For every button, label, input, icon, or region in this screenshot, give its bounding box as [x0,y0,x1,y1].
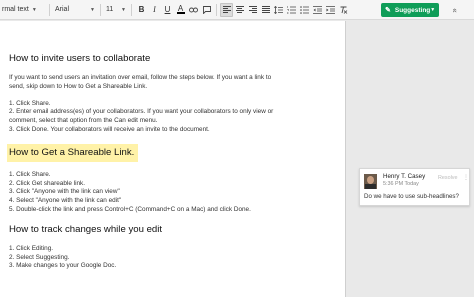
bulleted-list-icon [300,5,309,14]
suggesting-mode-label: Suggesting [394,6,431,14]
paragraph-line: 5. Double-click the link and press Contr… [9,205,251,213]
justify-icon [261,6,270,13]
insert-link-button[interactable] [187,3,200,17]
suggesting-mode-button[interactable]: ✎ Suggesting ▼ [381,3,439,17]
comment-icon [202,5,211,14]
bulleted-list-button[interactable] [298,3,311,17]
document-page[interactable]: How to invite users to collaborate If you… [0,21,346,297]
section-heading: How to invite users to collaborate [9,53,339,64]
paragraph-line: 3. Click Done. Your collaborators will r… [9,125,210,133]
justify-button[interactable] [259,3,272,17]
toolbar-divider [49,3,50,16]
resolve-button[interactable]: Resolve [438,175,457,181]
clear-formatting-button[interactable] [337,3,350,17]
underline-button[interactable]: U [161,3,174,17]
docs-window: rmal text ▼ Arial ▼ 11 ▼ B I U A ✎ Sugge… [0,0,474,297]
paragraph-line: 4. Select "Anyone with the link can edit… [9,196,122,204]
align-left-button[interactable] [220,2,233,17]
comment-card[interactable]: Henry T. Casey 5:36 PM Today Resolve ⋮ D… [359,168,470,206]
style-dropdown[interactable]: rmal text ▼ [0,3,46,17]
text-color-icon: A [177,4,184,13]
paragraph-line: 1. Click Share. [9,171,51,179]
bold-button[interactable]: B [135,3,148,17]
insert-comment-button[interactable] [200,3,213,17]
font-dropdown-label: Arial [55,6,70,13]
align-right-button[interactable] [246,3,259,17]
paragraph-line: send, skip down to How to Get a Shareabl… [9,82,148,90]
toolbar-divider [131,3,132,16]
numbered-list-button[interactable] [285,3,298,17]
formatting-toolbar: rmal text ▼ Arial ▼ 11 ▼ B I U A ✎ Sugge… [0,0,474,20]
heading-text: How to Get a Shareable Link. [7,144,139,163]
chevron-down-icon: ▼ [121,6,126,13]
line-spacing-icon [274,5,283,14]
increase-indent-button[interactable] [324,3,337,17]
comment-text: Do we have to use sub-headlines? [364,193,459,200]
paragraph-line: 2. Enter email address(es) of your colla… [9,108,274,116]
align-center-icon [235,6,244,13]
section-heading: How to Get a Shareable Link. [7,144,339,163]
paragraph-line: 3. Make changes to your Google Doc. [9,262,117,270]
heading-text: How to track changes while you edit [9,224,163,236]
section-heading: How to track changes while you edit [9,224,339,235]
document-body[interactable]: How to invite users to collaborate If you… [7,53,339,271]
avatar [364,174,377,189]
chevron-down-icon: ▼ [90,6,95,13]
increase-indent-icon [326,5,335,14]
decrease-indent-button[interactable] [311,3,324,17]
font-size-dropdown[interactable]: 11 ▼ [104,3,128,17]
heading-text: How to invite users to collaborate [9,53,151,64]
pencil-icon: ✎ [385,7,391,14]
comment-author: Henry T. Casey [383,173,426,180]
italic-button[interactable]: I [148,3,161,17]
style-dropdown-label: rmal text [2,6,29,13]
paragraph-line: 1. Click Share. [9,99,51,107]
more-options-icon[interactable]: ⋮ [463,174,469,181]
text-color-button[interactable]: A [174,3,187,17]
numbered-list-icon [287,5,296,14]
font-size-label: 11 [106,6,114,13]
collapse-toolbar-button[interactable]: « [448,3,462,17]
chevron-down-icon: ▼ [31,6,37,13]
paragraph-line: 2. Click Get shareable link. [9,179,86,187]
align-center-button[interactable] [233,3,246,17]
paragraph-line: If you want to send users an invitation … [9,74,272,81]
paragraph-line: 2. Select Suggesting. [9,253,70,261]
comment-timestamp: 5:36 PM Today [383,181,419,187]
toolbar-divider [216,3,217,16]
link-icon [189,7,198,12]
clear-formatting-icon [340,6,348,14]
font-dropdown[interactable]: Arial ▼ [53,3,97,17]
paragraph-line: 1. Click Editing. [9,245,54,253]
chevron-down-icon: ▼ [430,7,436,13]
paragraph-line: comment, select that option from the Can… [9,116,158,124]
align-left-icon [222,6,231,13]
align-right-icon [248,6,257,13]
decrease-indent-icon [313,5,322,14]
collapse-icon: « [450,7,460,13]
line-spacing-button[interactable] [272,3,285,17]
paragraph-line: 3. Click "Anyone with the link can view" [9,188,120,196]
toolbar-divider [100,3,101,16]
